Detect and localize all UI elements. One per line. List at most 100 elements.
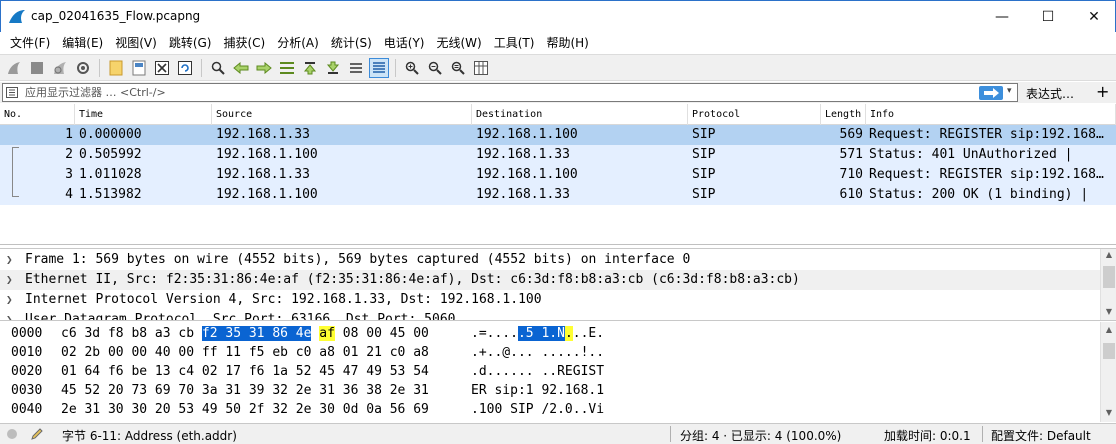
packet-row[interactable]: 4 1.513982 192.168.1.100 192.168.1.33 SI… [0, 185, 1116, 205]
bytes-scroll-thumb[interactable] [1103, 343, 1115, 359]
hex-row: 0010 02 2b 00 00 40 00 ff 11 f5 eb c0 a8… [0, 343, 1100, 362]
packet-row[interactable]: 3 1.011028 192.168.1.33 192.168.1.100 SI… [0, 165, 1116, 185]
maximize-icon: ☐ [1041, 8, 1055, 25]
apply-filter-button[interactable] [979, 86, 1003, 100]
column-header-destination[interactable]: Destination [472, 104, 688, 125]
chevron-right-icon[interactable]: ❯ [6, 270, 13, 290]
display-filter-input[interactable] [25, 85, 975, 100]
status-profile[interactable]: 配置文件: Default [991, 427, 1091, 444]
close-file-icon [155, 60, 169, 75]
detail-tree-item[interactable]: ❯ User Datagram Protocol, Src Port: 6316… [0, 310, 1100, 320]
hex-bytes[interactable]: 45 52 20 73 69 70 3a 31 39 32 2e 31 36 3… [61, 381, 429, 400]
zoom-out-button[interactable] [425, 58, 445, 78]
chevron-right-icon[interactable]: ❯ [6, 250, 13, 270]
autoscroll-button[interactable] [346, 58, 366, 78]
menu-telephony[interactable]: 电话(Y) [378, 34, 431, 51]
packet-info: Request: REGISTER sip:192.168… [869, 167, 1104, 182]
hex-row: 0020 01 64 f6 be 13 c4 02 17 f6 1a 52 45… [0, 362, 1100, 381]
detail-tree-item[interactable]: ❯ Frame 1: 569 bytes on wire (4552 bits)… [0, 250, 1100, 270]
hex-bytes-part: c6 3d f8 b8 a3 cb [61, 326, 202, 341]
close-file-button[interactable] [152, 58, 172, 78]
packet-row[interactable]: 1 0.000000 192.168.1.33 192.168.1.100 SI… [0, 125, 1116, 145]
scroll-up-icon[interactable]: ▲ [1101, 250, 1116, 259]
filter-history-dropdown[interactable]: ▾ [1007, 86, 1012, 96]
scroll-down-icon[interactable]: ▼ [1101, 408, 1116, 417]
packet-row[interactable]: 2 0.505992 192.168.1.100 192.168.1.33 SI… [0, 145, 1116, 165]
column-header-length[interactable]: Length [821, 104, 866, 125]
hex-bytes[interactable]: c6 3d f8 b8 a3 cb f2 35 31 86 4e af 08 0… [61, 324, 429, 343]
go-first-button[interactable] [300, 58, 320, 78]
go-last-button[interactable] [323, 58, 343, 78]
go-forward-button[interactable] [254, 58, 274, 78]
related-packets-bracket [12, 147, 19, 197]
maximize-button[interactable]: ☐ [1025, 1, 1071, 32]
resize-columns-icon [474, 60, 488, 75]
column-header-no[interactable]: No. [0, 104, 75, 125]
stop-capture-button[interactable] [27, 58, 47, 78]
menu-analyze[interactable]: 分析(A) [271, 34, 325, 51]
hex-bytes[interactable]: 2e 31 30 30 20 53 49 50 2f 32 2e 30 0d 0… [61, 400, 429, 419]
menu-capture[interactable]: 捕获(C) [217, 34, 271, 51]
go-to-packet-button[interactable] [277, 58, 297, 78]
bookmark-icon[interactable] [6, 87, 18, 98]
colorize-icon [373, 61, 385, 73]
hex-bytes[interactable]: 02 2b 00 00 40 00 ff 11 f5 eb c0 a8 01 2… [61, 343, 429, 362]
detail-ip-text: Internet Protocol Version 4, Src: 192.16… [25, 292, 542, 307]
expression-button[interactable]: 表达式… [1026, 85, 1074, 102]
details-scrollbar[interactable]: ▲ ▼ [1100, 249, 1116, 320]
start-capture-button[interactable] [4, 58, 24, 78]
restart-capture-button[interactable] [50, 58, 70, 78]
find-packet-button[interactable] [208, 58, 228, 78]
zoom-normal-button[interactable] [448, 58, 468, 78]
zoom-in-button[interactable] [402, 58, 422, 78]
save-file-button[interactable] [129, 58, 149, 78]
find-magnifier-icon [211, 61, 225, 75]
packet-info: Status: 200 OK (1 binding) | [869, 187, 1089, 202]
resize-columns-button[interactable] [471, 58, 491, 78]
open-file-button[interactable] [106, 58, 126, 78]
menu-file[interactable]: 文件(F) [4, 34, 56, 51]
packet-destination: 192.168.1.100 [476, 127, 578, 142]
chevron-right-icon[interactable]: ❯ [6, 310, 13, 320]
scroll-up-icon[interactable]: ▲ [1101, 325, 1116, 334]
add-filter-button[interactable]: + [1096, 82, 1109, 101]
menu-view[interactable]: 视图(V) [109, 34, 163, 51]
hex-ascii[interactable]: .100 SIP /2.0..Vi [471, 400, 604, 419]
hex-ascii[interactable]: ER sip:1 92.168.1 [471, 381, 604, 400]
colorize-button[interactable] [369, 57, 389, 78]
scroll-down-icon[interactable]: ▼ [1101, 307, 1116, 316]
minimize-button[interactable]: — [979, 1, 1025, 32]
autoscroll-icon [350, 62, 362, 73]
details-scroll-thumb[interactable] [1103, 266, 1115, 288]
packet-length: 610 [839, 187, 863, 202]
hex-bytes[interactable]: 01 64 f6 be 13 c4 02 17 f6 1a 52 45 47 4… [61, 362, 429, 381]
hex-ascii[interactable]: .=.....5 1.N...E. [471, 324, 604, 343]
menu-tools[interactable]: 工具(T) [488, 34, 541, 51]
shark-fin-start-icon [8, 61, 20, 74]
detail-tree-item[interactable]: ❯ Internet Protocol Version 4, Src: 192.… [0, 290, 1100, 310]
menu-statistics[interactable]: 统计(S) [325, 34, 378, 51]
menu-help[interactable]: 帮助(H) [540, 34, 594, 51]
zoom-in-icon [405, 61, 419, 75]
bytes-scrollbar[interactable]: ▲ ▼ [1100, 322, 1116, 422]
menu-edit[interactable]: 编辑(E) [56, 34, 109, 51]
menu-go[interactable]: 跳转(G) [163, 34, 218, 51]
column-header-info[interactable]: Info [866, 104, 1116, 125]
capture-options-button[interactable] [73, 58, 93, 78]
hex-ascii[interactable]: .+..@... .....!.. [471, 343, 604, 362]
close-button[interactable]: ✕ [1071, 1, 1116, 32]
packet-no: 4 [65, 187, 73, 202]
column-header-source[interactable]: Source [212, 104, 472, 125]
detail-tree-item[interactable]: ❯ Ethernet II, Src: f2:35:31:86:4e:af (f… [0, 270, 1100, 290]
chevron-right-icon[interactable]: ❯ [6, 290, 13, 310]
menu-wireless[interactable]: 无线(W) [431, 34, 488, 51]
reload-file-button[interactable] [175, 58, 195, 78]
hex-ascii[interactable]: .d...... ..REGIST [471, 362, 604, 381]
hex-ascii-selected: .5 1.N [517, 326, 565, 341]
column-header-protocol[interactable]: Protocol [688, 104, 821, 125]
expert-info-icon[interactable] [6, 428, 18, 440]
edit-comment-icon[interactable] [30, 427, 44, 441]
column-header-time[interactable]: Time [75, 104, 212, 125]
toolbar-separator [201, 58, 202, 77]
go-back-button[interactable] [231, 58, 251, 78]
